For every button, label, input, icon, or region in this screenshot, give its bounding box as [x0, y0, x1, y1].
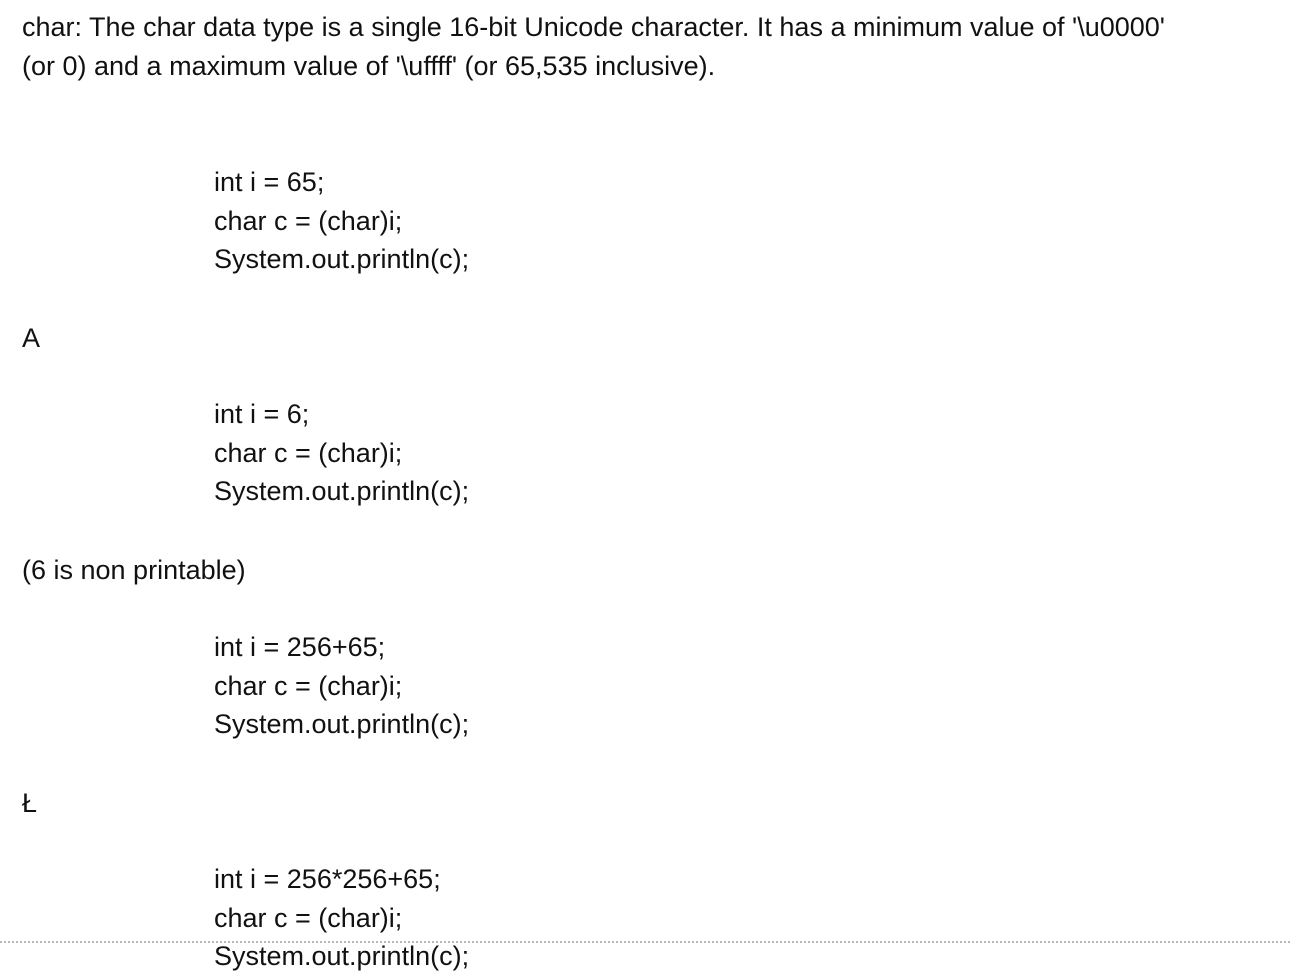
code-line: int i = 256*256+65; — [214, 864, 441, 894]
output-2: (6 is non printable) — [22, 555, 246, 585]
code-block-1: int i = 65; char c = (char)i; System.out… — [214, 163, 469, 279]
code-block-3: int i = 256+65; char c = (char)i; System… — [214, 628, 469, 744]
intro-line-1: char: The char data type is a single 16-… — [22, 12, 1165, 42]
page-break-divider — [0, 941, 1290, 943]
code-line: int i = 65; — [214, 167, 325, 197]
code-block-2: int i = 6; char c = (char)i; System.out.… — [214, 395, 469, 511]
intro-line-2: (or 0) and a maximum value of '\uffff' (… — [22, 50, 716, 81]
code-line: int i = 256+65; — [214, 632, 386, 662]
code-line: char c = (char)i; — [214, 670, 403, 701]
output-3: Ł — [22, 788, 38, 818]
code-line: char c = (char)i; — [214, 205, 403, 236]
code-line: System.out.println(c); — [214, 244, 470, 274]
code-line: System.out.println(c); — [214, 476, 470, 506]
code-line: char c = (char)i; — [214, 902, 403, 933]
code-line: System.out.println(c); — [214, 709, 470, 739]
output-1: A — [22, 323, 41, 353]
intro-paragraph: char: The char data type is a single 16-… — [22, 8, 1272, 85]
code-line: int i = 6; — [214, 399, 310, 429]
code-block-4: int i = 256*256+65; char c = (char)i; Sy… — [214, 860, 469, 976]
code-line: char c = (char)i; — [214, 437, 403, 468]
